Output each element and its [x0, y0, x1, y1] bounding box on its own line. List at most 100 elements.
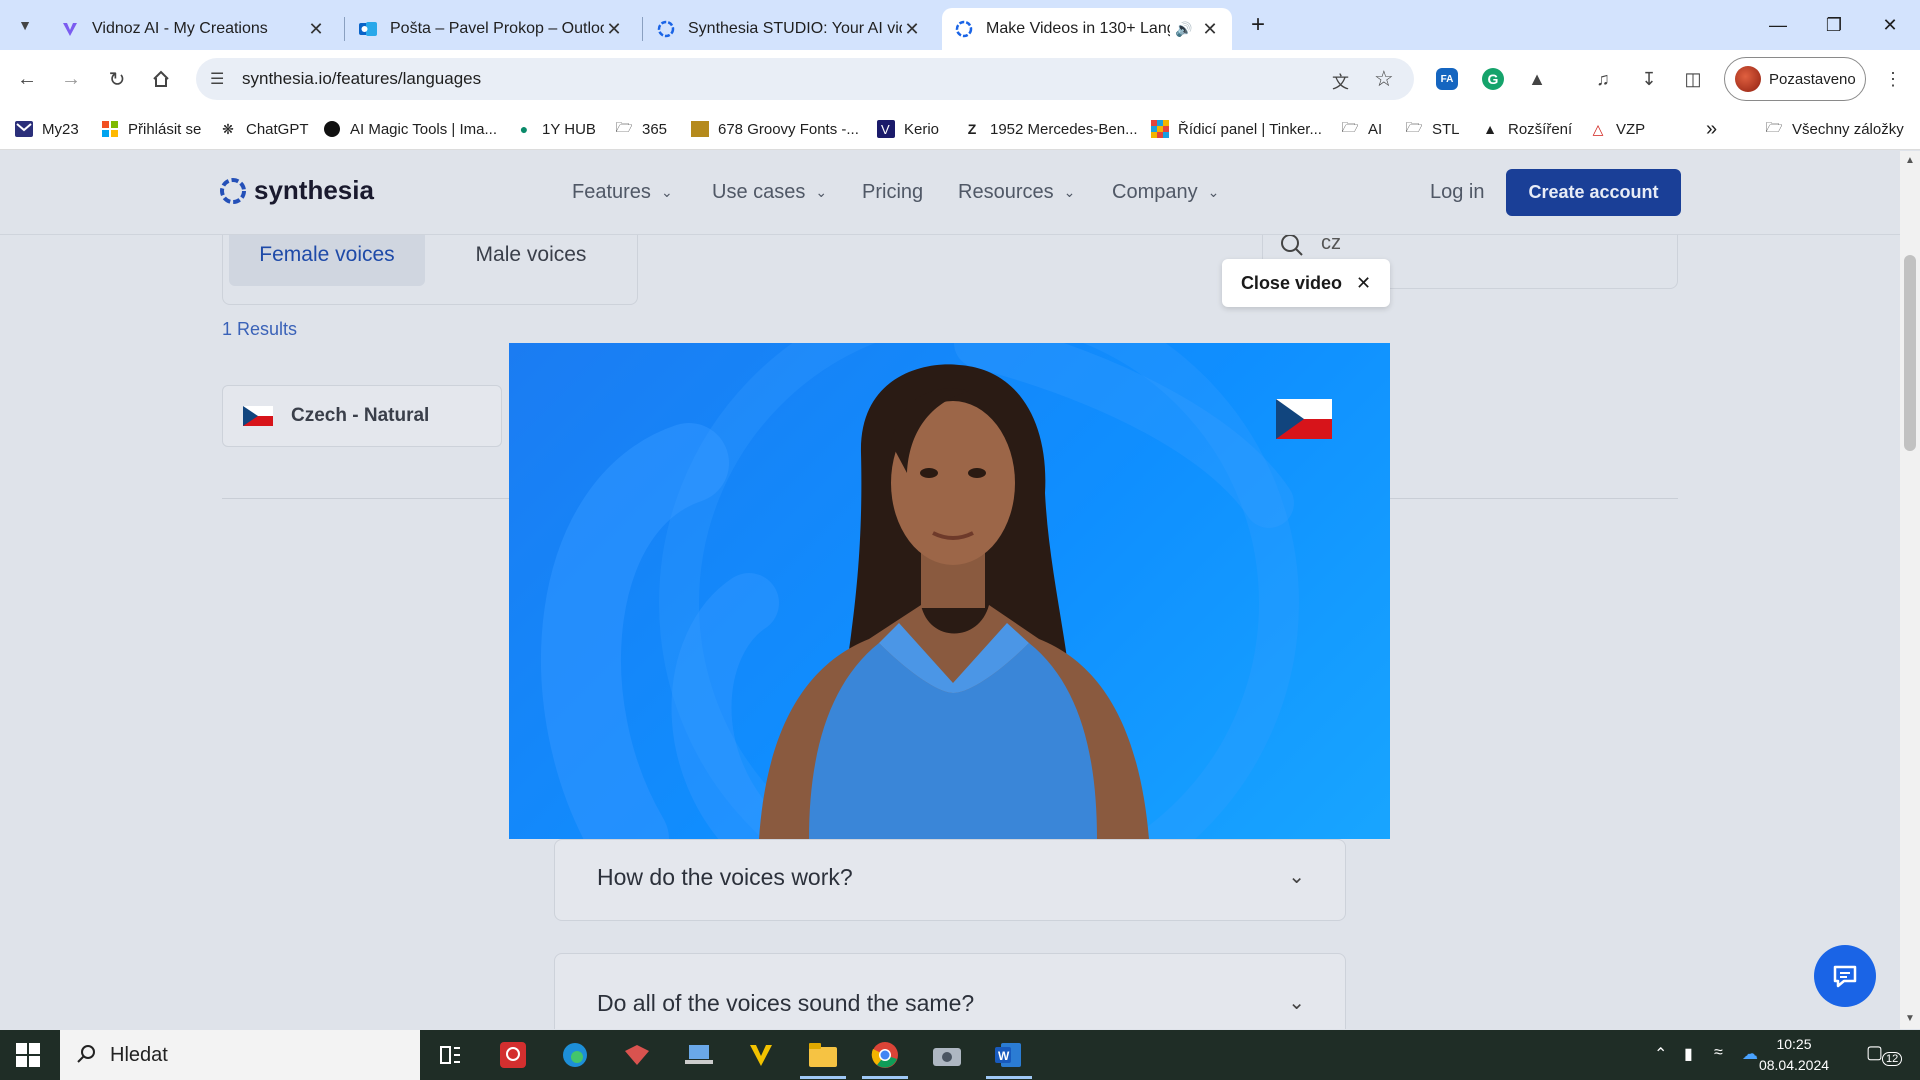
create-account-button[interactable]: Create account [1506, 169, 1681, 216]
address-bar[interactable]: ☰ synthesia.io/features/languages 文 ☆ [196, 58, 1414, 100]
extensions-puzzle-icon[interactable]: ▲ [1522, 64, 1552, 94]
translate-icon[interactable]: 文 [1332, 68, 1349, 93]
tab-close-icon[interactable]: ✕ [902, 19, 922, 40]
bookmark-item[interactable]: Přihlásit se [100, 108, 201, 150]
taskbar-active-indicator [862, 1076, 908, 1079]
restore-icon[interactable]: ❐ [1814, 10, 1854, 40]
language-card[interactable]: Czech - Natural [222, 385, 502, 447]
chat-button[interactable] [1814, 945, 1876, 1007]
notifications-icon[interactable]: ▢ 12 [1866, 1042, 1903, 1070]
tab-make-videos[interactable]: Make Videos in 130+ Langu 🔊 ✕ [942, 8, 1232, 50]
video-frame [541, 343, 1332, 839]
app-book-icon[interactable] [620, 1038, 654, 1072]
taskbar-clock[interactable]: 10:25 08.04.2024 [1754, 1034, 1834, 1076]
minimize-icon[interactable]: — [1758, 10, 1798, 40]
camera-icon[interactable] [930, 1038, 964, 1072]
media-controls-icon[interactable]: ♫ [1588, 64, 1618, 94]
search-icon [76, 1043, 98, 1071]
tab-close-icon[interactable]: ✕ [1200, 19, 1220, 40]
bookmark-item[interactable]: 🗁 365 [614, 108, 667, 150]
bookmark-item[interactable]: △ VZP [1588, 108, 1646, 150]
window-close-icon[interactable]: ✕ [1870, 10, 1910, 40]
back-icon[interactable]: ← [12, 64, 42, 94]
side-panel-icon[interactable]: ◫ [1678, 64, 1708, 94]
video-player[interactable] [509, 343, 1390, 839]
bookmark-item[interactable]: ▲ Rozšíření [1480, 108, 1572, 150]
chat-icon [1833, 965, 1857, 988]
bookmark-item[interactable]: AI Magic Tools | Ima... [322, 108, 497, 150]
edge-icon[interactable] [558, 1038, 592, 1072]
wifi-icon[interactable]: ≈ [1714, 1044, 1723, 1062]
forward-icon[interactable]: → [56, 64, 86, 94]
synthesia-logo[interactable]: synthesia [218, 175, 374, 206]
tab-vidnoz[interactable]: Vidnoz AI - My Creations ✕ [48, 8, 338, 50]
bookmark-item[interactable]: V Kerio [876, 108, 939, 150]
mail-icon [14, 119, 34, 139]
bookmark-item[interactable]: My23 [14, 108, 79, 150]
file-explorer-icon[interactable] [806, 1038, 840, 1072]
close-video-button[interactable]: Close video ✕ [1222, 259, 1390, 307]
fonts-icon [690, 119, 710, 139]
home-icon[interactable] [146, 64, 176, 94]
battery-icon[interactable]: ▮ [1684, 1044, 1693, 1064]
bookmark-item[interactable]: 678 Groovy Fonts -... [690, 108, 859, 150]
tab-close-icon[interactable]: ✕ [604, 19, 624, 40]
kerio-icon: V [876, 119, 896, 139]
scroll-down-icon[interactable]: ▼ [1905, 1013, 1915, 1024]
faq-item[interactable]: How do the voices work? ⌄ [554, 839, 1346, 921]
chatgpt-icon: ❋ [222, 120, 234, 137]
faq-item[interactable]: Do all of the voices sound the same? ⌄ [554, 953, 1346, 1029]
page-viewport: Female voices Male voices cz 1 Results C… [0, 151, 1920, 1029]
tab-search-icon[interactable]: ▼ [10, 10, 40, 40]
app-laptop-icon[interactable] [682, 1038, 716, 1072]
nav-use-cases[interactable]: Use cases ⌄ [712, 181, 827, 204]
speaker-icon[interactable]: 🔊 [1174, 19, 1194, 39]
chevron-down-icon: ⌄ [1063, 184, 1076, 200]
outlook-icon [358, 19, 378, 39]
chrome-icon[interactable] [868, 1038, 902, 1072]
tab-close-icon[interactable]: ✕ [306, 19, 326, 40]
vectorworks-icon[interactable] [744, 1038, 778, 1072]
page-scrollbar[interactable]: ▲ ▼ [1900, 151, 1920, 1029]
windows-start-icon[interactable] [16, 1043, 40, 1067]
new-tab-button[interactable]: + [1238, 10, 1278, 40]
nav-pricing[interactable]: Pricing [862, 181, 923, 204]
bookmark-item[interactable]: ● 1Y HUB [514, 108, 596, 150]
url-text[interactable]: synthesia.io/features/languages [242, 69, 481, 89]
tray-chevron-up-icon[interactable]: ⌃ [1654, 1044, 1667, 1064]
scroll-thumb[interactable] [1904, 255, 1916, 451]
taskbar-search[interactable]: Hledat [60, 1030, 420, 1080]
profile-button[interactable]: Pozastaveno [1724, 57, 1866, 101]
puzzle-icon: ▲ [1483, 121, 1497, 137]
nav-features[interactable]: Features ⌄ [572, 181, 673, 204]
nav-resources[interactable]: Resources ⌄ [958, 181, 1075, 204]
logo-text: synthesia [254, 175, 374, 205]
tab-synthesia-studio[interactable]: Synthesia STUDIO: Your AI vide ✕ [644, 8, 934, 50]
grammarly-icon[interactable]: G [1478, 64, 1508, 94]
word-icon[interactable]: W [992, 1038, 1026, 1072]
login-link[interactable]: Log in [1430, 181, 1485, 204]
tab-outlook[interactable]: Pošta – Pavel Prokop – Outlook ✕ [346, 8, 636, 50]
all-bookmarks[interactable]: 🗁 Všechny záložky [1764, 108, 1903, 150]
bookmark-item[interactable]: 🗁 AI [1340, 108, 1382, 150]
scroll-up-icon[interactable]: ▲ [1905, 155, 1915, 166]
bookmark-star-icon[interactable]: ☆ [1374, 66, 1394, 92]
bookmark-item[interactable]: 🗁 STL [1404, 108, 1459, 150]
nav-company[interactable]: Company ⌄ [1112, 181, 1219, 204]
svg-text:V: V [881, 122, 890, 137]
fa-extension-icon[interactable]: FA [1432, 64, 1462, 94]
bookmarks-overflow[interactable]: » [1706, 108, 1717, 150]
reload-icon[interactable]: ↻ [102, 64, 132, 94]
app-red-icon[interactable] [496, 1038, 530, 1072]
bookmark-item[interactable]: Z 1952 Mercedes-Ben... [962, 108, 1138, 150]
bookmark-item[interactable]: ❋ ChatGPT [218, 108, 308, 150]
folder-icon: 🗁 [1341, 119, 1359, 135]
task-view-icon[interactable] [434, 1038, 468, 1072]
bookmarks-bar: My23 Přihlásit se ❋ ChatGPT AI Magic Tool… [0, 108, 1920, 150]
download-icon[interactable]: ↧ [1634, 64, 1664, 94]
menu-kebab-icon[interactable]: ⋮ [1878, 64, 1908, 94]
notification-count: 12 [1882, 1052, 1903, 1066]
bookmark-item[interactable]: Řídicí panel | Tinker... [1150, 108, 1322, 150]
tinkercad-icon [1150, 119, 1170, 139]
site-info-icon[interactable]: ☰ [210, 69, 224, 89]
